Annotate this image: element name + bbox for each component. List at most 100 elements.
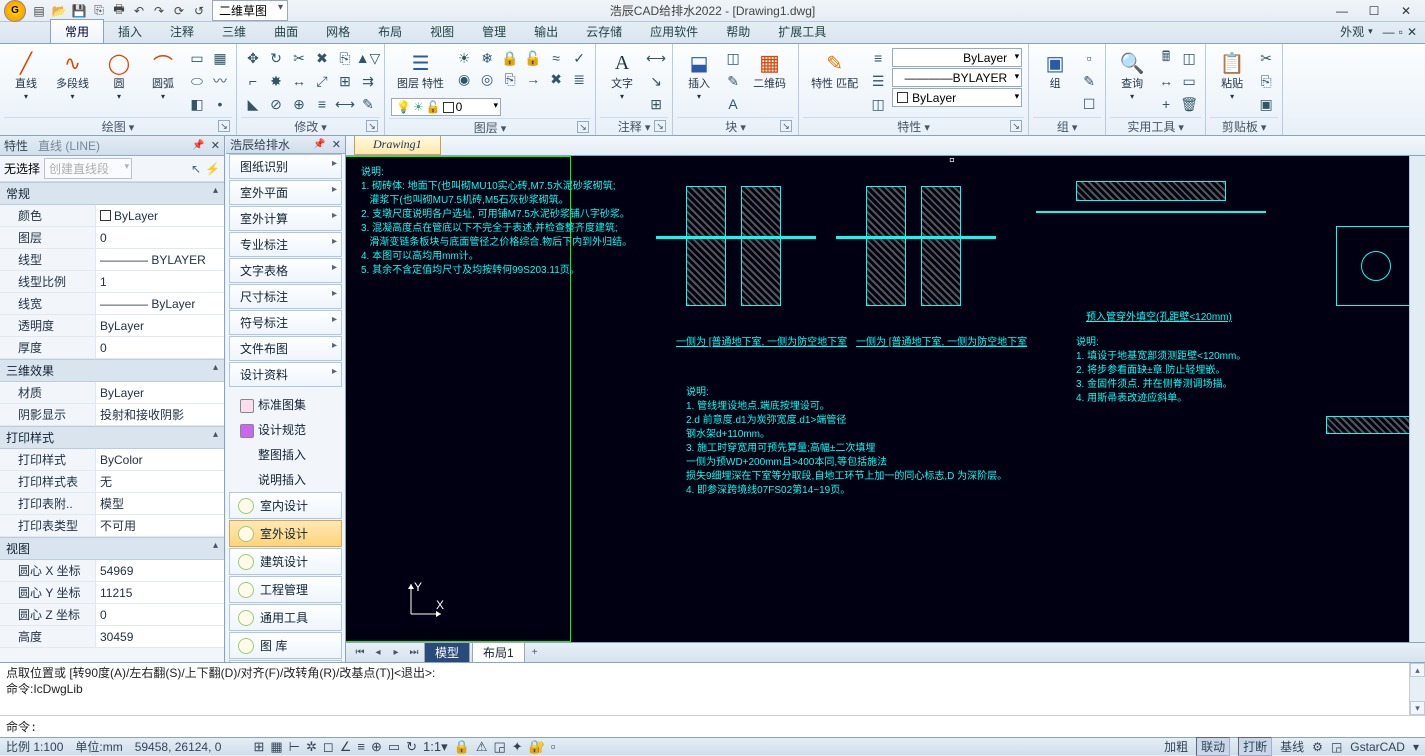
- scroll-down-icon[interactable]: ▾: [1410, 701, 1425, 715]
- status-units[interactable]: 单位:mm: [75, 738, 122, 755]
- status-scale[interactable]: 比例 1:100: [6, 738, 63, 755]
- polar-icon[interactable]: ✲: [306, 739, 317, 755]
- offset-icon[interactable]: ⇉: [358, 71, 378, 91]
- expand-icon[interactable]: ↘: [654, 120, 666, 132]
- prop-shadow-value[interactable]: 投射和接收阴影: [95, 404, 224, 425]
- copy-clip-icon[interactable]: ⎘: [1256, 71, 1276, 91]
- move-icon[interactable]: ✥: [243, 48, 263, 68]
- open-icon[interactable]: 📂: [50, 2, 68, 20]
- pin-icon[interactable]: 📌: [192, 140, 204, 151]
- inquiry-button[interactable]: 🔍查询▾: [1112, 48, 1152, 103]
- menu-item[interactable]: 文字表格: [229, 258, 342, 283]
- expand-icon[interactable]: ↘: [577, 121, 589, 133]
- chamfer-icon[interactable]: ◣: [243, 94, 263, 114]
- linetype-combo[interactable]: ———— BYLAYER: [892, 68, 1022, 87]
- save-icon[interactable]: 💾: [70, 2, 88, 20]
- status-gear-icon[interactable]: ⚙: [1312, 740, 1323, 754]
- status-expand-icon[interactable]: ◲: [1331, 740, 1342, 754]
- align-icon[interactable]: ≡: [312, 94, 332, 114]
- prop-ptype-value[interactable]: 不可用: [95, 515, 224, 536]
- expand-icon[interactable]: ↘: [366, 120, 378, 132]
- add-layout-icon[interactable]: +: [527, 645, 543, 661]
- laydel-icon[interactable]: ✖: [546, 69, 566, 89]
- document-tab[interactable]: Drawing1: [354, 136, 441, 155]
- next-tab-icon[interactable]: ▸: [388, 645, 404, 661]
- color-icon[interactable]: ◫: [868, 94, 888, 114]
- section-3d[interactable]: 三维效果▴: [0, 359, 224, 382]
- quicksel-icon[interactable]: ⚡: [205, 162, 220, 176]
- ribbon-tab-3d[interactable]: 三维: [208, 20, 260, 43]
- undo-icon[interactable]: ↶: [130, 2, 148, 20]
- snap-icon[interactable]: ⊞: [253, 739, 264, 755]
- dim-icon[interactable]: ⟷: [646, 48, 666, 68]
- workspace-combo[interactable]: 二维草图: [212, 0, 288, 21]
- leader-icon[interactable]: ↘: [646, 71, 666, 91]
- paste-button[interactable]: 📋粘贴▾: [1212, 48, 1252, 103]
- scroll-up-icon[interactable]: ▴: [1410, 663, 1425, 677]
- rect-icon[interactable]: ▭: [187, 48, 207, 68]
- section-general[interactable]: 常规▴: [0, 182, 224, 205]
- design-tab-arch[interactable]: 建筑设计: [229, 548, 342, 575]
- prop-layer-value[interactable]: 0: [95, 227, 224, 248]
- layer-current-combo[interactable]: 💡☀🔓0: [391, 98, 501, 116]
- array-icon[interactable]: ⊞: [335, 71, 355, 91]
- lineweight-combo[interactable]: ByLayer: [892, 88, 1022, 107]
- panel-close-icon[interactable]: ✕: [332, 138, 341, 151]
- prop-ltscale-value[interactable]: 1: [95, 271, 224, 292]
- minimize-icon[interactable]: —: [1327, 2, 1357, 20]
- arc-button[interactable]: ⌒圆弧▾: [143, 48, 183, 103]
- prop-thickness-value[interactable]: 0: [95, 337, 224, 358]
- lengthen-icon[interactable]: ⟷: [335, 94, 355, 114]
- status-dropdown-icon[interactable]: ▾: [1413, 740, 1419, 754]
- qr-button[interactable]: ▦二维码: [747, 48, 792, 92]
- hatch-icon[interactable]: ▦: [210, 48, 230, 68]
- menu-item[interactable]: 室外计算: [229, 206, 342, 231]
- iso-icon[interactable]: ◲: [494, 739, 506, 755]
- region-icon[interactable]: ◧: [187, 94, 207, 114]
- dist-icon[interactable]: ↔: [1156, 71, 1176, 91]
- menu-extra[interactable]: 说明插入: [229, 467, 342, 492]
- layoff-icon[interactable]: ❄: [477, 48, 497, 68]
- ribbon-tab-cloud[interactable]: 云存储: [572, 20, 636, 43]
- ribbon-tab-layout[interactable]: 布局: [364, 20, 416, 43]
- layuniso-icon[interactable]: ◎: [477, 69, 497, 89]
- print-icon[interactable]: 🖶: [110, 2, 128, 20]
- menu-extra[interactable]: 设计规范: [229, 417, 342, 442]
- circle-button[interactable]: ◯圆▾: [99, 48, 139, 103]
- prop-material-value[interactable]: ByLayer: [95, 382, 224, 403]
- groupsel-icon[interactable]: ☐: [1079, 94, 1099, 114]
- ribbon-tab-manage[interactable]: 管理: [468, 20, 520, 43]
- prop-height-value[interactable]: 30459: [95, 626, 224, 647]
- calc-icon[interactable]: 🖩: [1156, 48, 1176, 68]
- cut-icon[interactable]: ✂: [1256, 48, 1276, 68]
- break-icon[interactable]: ⊘: [266, 94, 286, 114]
- scale1-icon[interactable]: 1:1▾: [423, 739, 448, 755]
- clean-icon[interactable]: ▫: [551, 739, 556, 754]
- menu-extra[interactable]: 标准图集: [229, 392, 342, 417]
- line-button[interactable]: ╱直线▾: [6, 48, 46, 103]
- layout-tab[interactable]: 布局1: [472, 642, 525, 662]
- ortho-icon[interactable]: ⊢: [289, 739, 300, 755]
- menu-item[interactable]: 文件布图: [229, 336, 342, 361]
- ribbon-tab-view[interactable]: 视图: [416, 20, 468, 43]
- matchprop-button[interactable]: ✎特性 匹配: [805, 48, 864, 92]
- ribbon-tab-output[interactable]: 输出: [520, 20, 572, 43]
- stretch-icon[interactable]: ↔: [289, 71, 309, 91]
- prop-color-value[interactable]: ByLayer: [95, 205, 224, 226]
- rotate-icon[interactable]: ↻: [266, 48, 286, 68]
- sync-icon[interactable]: ↺: [190, 2, 208, 20]
- ribbon-tab-apps[interactable]: 应用软件: [636, 20, 712, 43]
- create-block-icon[interactable]: ◫: [723, 48, 743, 68]
- expand-icon[interactable]: ↘: [218, 120, 230, 132]
- laycopy-icon[interactable]: ⎘: [500, 69, 520, 89]
- dyn-icon[interactable]: ⊕: [371, 739, 382, 755]
- sel-icon[interactable]: ◫: [1179, 48, 1199, 68]
- expand-icon[interactable]: ↘: [780, 120, 792, 132]
- join-icon[interactable]: ⊕: [289, 94, 309, 114]
- design-tab-indoor[interactable]: 室内设计: [229, 492, 342, 519]
- command-input[interactable]: [41, 720, 1419, 734]
- app-logo[interactable]: G: [4, 0, 26, 22]
- laymove-icon[interactable]: →: [523, 69, 543, 89]
- status-link[interactable]: 联动: [1196, 737, 1230, 756]
- explode-icon[interactable]: ✸: [266, 71, 286, 91]
